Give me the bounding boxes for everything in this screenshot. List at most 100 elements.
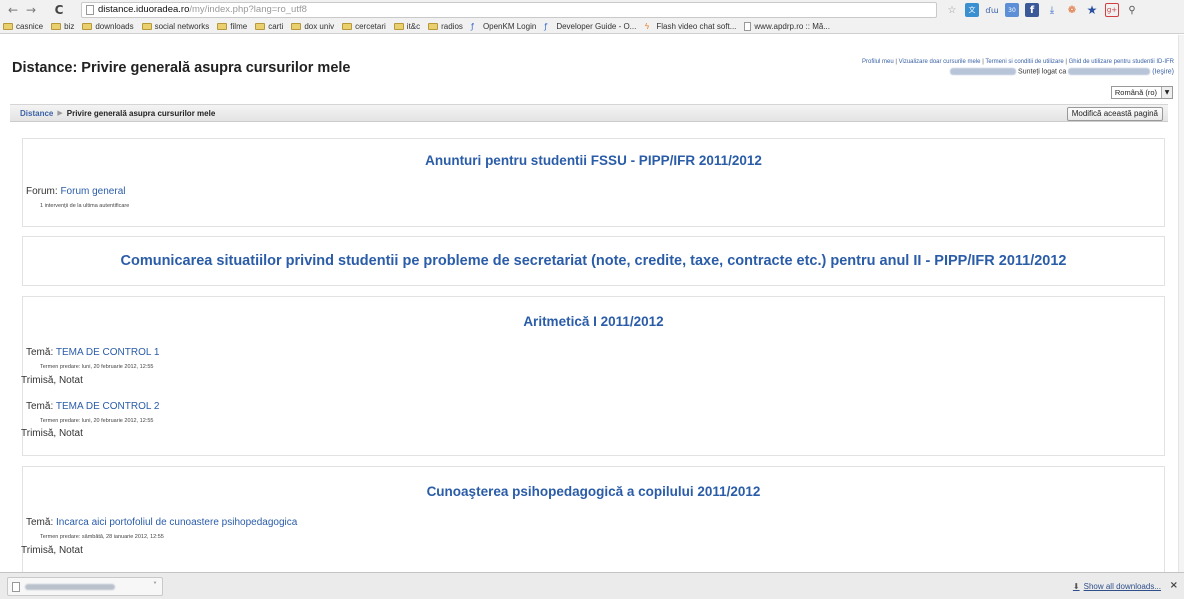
flash-icon: ϟ	[644, 21, 650, 31]
course-box: Anunturi pentru studentii FSSU - PIPP/IF…	[22, 138, 1165, 227]
file-icon	[12, 581, 20, 592]
language-value: Română (ro)	[1114, 88, 1157, 97]
course-title[interactable]: Anunturi pentru studentii FSSU - PIPP/IF…	[23, 153, 1164, 168]
my-courses-link[interactable]: Vizualizare doar cursurile mele	[899, 59, 981, 65]
wrench-icon[interactable]: ⚲	[1125, 3, 1139, 17]
logged-in-label: Sunteți logat ca	[1018, 68, 1067, 76]
terms-link[interactable]: Termeni si conditii de utilizare	[985, 59, 1063, 65]
forum-note: 1 intervenţii de la ultima autentificare	[40, 203, 130, 209]
page-icon	[86, 5, 94, 15]
url-path: /my/index.php?lang=ro_utf8	[189, 4, 307, 15]
page-scrollbar[interactable]	[1178, 35, 1184, 572]
browser-toolbar: ← → C distance.iduoradea.ro/my/index.php…	[0, 0, 1184, 19]
page-icon	[744, 21, 752, 31]
assignment-link[interactable]: TEMA DE CONTROL 2	[56, 401, 160, 412]
folder-icon	[428, 22, 439, 30]
course-box: Comunicarea situatiilor privind studenti…	[22, 236, 1165, 286]
assignment-link[interactable]: Incarca aici portofoliul de cunoastere p…	[56, 517, 297, 528]
bookmark-folder[interactable]: social networks	[141, 22, 209, 31]
breadcrumb: Distance ▶ Privire generală asupra cursu…	[10, 104, 1168, 122]
folder-icon	[342, 22, 353, 30]
folder-icon	[3, 22, 13, 30]
page-title: Distance: Privire generală asupra cursur…	[12, 60, 351, 76]
folder-icon	[255, 22, 266, 30]
bookmark-link[interactable]: ϟ Flash video chat soft...	[644, 22, 736, 31]
bookmark-folder[interactable]: casnice	[3, 22, 43, 31]
bookmark-folder[interactable]: filme	[217, 22, 247, 31]
bookmark-folder[interactable]: dox univ	[291, 22, 334, 31]
forward-icon[interactable]: →	[22, 3, 40, 17]
header-links: Profilul meu | Vizualizare doar cursuril…	[862, 59, 1174, 65]
edit-page-button[interactable]: Modifică această pagină	[1066, 107, 1163, 121]
forum-link[interactable]: Forum general	[60, 186, 125, 197]
folder-icon	[51, 22, 62, 30]
reload-icon[interactable]: C	[50, 3, 68, 17]
assignment-line: Temă: TEMA DE CONTROL 1	[26, 347, 160, 358]
bookmark-star-icon[interactable]: ★	[1085, 3, 1099, 17]
bookmark-folder[interactable]: downloads	[82, 22, 134, 31]
download-shelf: ˅ ⬇ Show all downloads... ×	[0, 572, 1184, 599]
web-page: Distance: Privire generală asupra cursur…	[0, 35, 1184, 572]
chevron-down-icon: ▼	[1161, 87, 1172, 98]
folder-icon	[217, 22, 228, 30]
delicious-icon[interactable]: ɗɯ	[985, 3, 999, 17]
course-title[interactable]: Cunoaşterea psihopedagogică a copilului …	[23, 484, 1164, 499]
show-all-downloads-link[interactable]: ⬇ Show all downloads...	[1073, 582, 1161, 591]
extension-icons: ☆ 文 ɗɯ 30 f ⤓ ❁ ★ g+ ⚲	[945, 2, 1139, 18]
star-outline-icon[interactable]: ☆	[945, 3, 959, 17]
assignment-status: Trimisă, Notat	[21, 428, 83, 439]
chevron-right-icon: ▶	[57, 109, 63, 117]
bookmark-folder[interactable]: carti	[255, 22, 283, 31]
assignment-status: Trimisă, Notat	[21, 375, 83, 386]
course-box: Cunoaşterea psihopedagogică a copilului …	[21, 466, 1165, 572]
logout-link[interactable]: (Ieşire)	[1152, 68, 1174, 75]
redacted-filename	[25, 583, 115, 590]
openkm-icon: ƒ	[470, 21, 474, 31]
guide-link[interactable]: Ghid de utilizare pentru studentii ID-IF…	[1069, 59, 1174, 65]
url-host: distance.iduoradea.ro	[98, 4, 190, 15]
bookmark-folder[interactable]: it&c	[393, 22, 420, 31]
course-title[interactable]: Comunicarea situatiilor privind studenti…	[23, 253, 1164, 269]
openkm-icon: ƒ	[544, 21, 548, 31]
login-info: Sunteți logat ca (Ieşire)	[950, 68, 1174, 75]
breadcrumb-current: Privire generală asupra cursurilor mele	[66, 108, 216, 118]
language-select[interactable]: Română (ro) ▼	[1110, 86, 1173, 99]
course-box: Aritmetică I 2011/2012 Temă: TEMA DE CON…	[21, 296, 1165, 456]
download-item[interactable]: ˅	[7, 577, 163, 596]
deadline-note: Termen predare: sâmbătă, 28 ianuarie 201…	[40, 534, 164, 540]
folder-icon	[291, 22, 302, 30]
chevron-down-icon[interactable]: ˅	[153, 581, 157, 590]
address-bar[interactable]: distance.iduoradea.ro/my/index.php?lang=…	[81, 2, 937, 18]
course-title[interactable]: Aritmetică I 2011/2012	[23, 314, 1164, 329]
redacted-text	[950, 68, 1017, 75]
assignment-line: Temă: Incarca aici portofoliul de cunoas…	[26, 517, 298, 528]
redacted-username[interactable]	[1068, 68, 1151, 75]
assignment-status: Trimisă, Notat	[21, 545, 83, 556]
facebook-icon[interactable]: f	[1025, 3, 1039, 17]
bookmark-folder[interactable]: radios	[428, 22, 463, 31]
close-icon[interactable]: ×	[1170, 580, 1178, 591]
profile-link[interactable]: Profilul meu	[862, 59, 894, 65]
assignment-link[interactable]: TEMA DE CONTROL 1	[56, 347, 160, 358]
download-arrow-icon: ⬇	[1072, 582, 1080, 591]
deadline-note: Termen predare: luni, 20 februarie 2012,…	[40, 364, 154, 370]
assignment-line: Temă: TEMA DE CONTROL 2	[26, 401, 160, 412]
back-icon[interactable]: ←	[4, 3, 22, 17]
bookmark-link[interactable]: ƒ OpenKM Login	[471, 22, 536, 31]
bookmarks-bar: casnice biz downloads social networks fi…	[0, 19, 1184, 34]
bookmark-link[interactable]: ƒ Developer Guide - O...	[544, 22, 636, 31]
calendar-icon[interactable]: 30	[1005, 3, 1019, 17]
firebug-icon[interactable]: ❁	[1065, 3, 1079, 17]
download-tray-icon[interactable]: ⤓	[1045, 3, 1059, 17]
folder-icon	[141, 22, 152, 30]
forum-line: Forum: Forum general	[26, 186, 126, 197]
translate-icon[interactable]: 文	[965, 3, 979, 17]
folder-icon	[82, 22, 93, 30]
folder-icon	[393, 22, 404, 30]
bookmark-link[interactable]: www.apdrp.ro :: Mă...	[744, 21, 830, 31]
bookmark-folder[interactable]: cercetari	[342, 22, 386, 31]
google-plus-icon[interactable]: g+	[1105, 3, 1119, 17]
deadline-note: Termen predare: luni, 20 februarie 2012,…	[40, 418, 154, 424]
bookmark-folder[interactable]: biz	[51, 22, 74, 31]
breadcrumb-home[interactable]: Distance	[20, 109, 53, 118]
